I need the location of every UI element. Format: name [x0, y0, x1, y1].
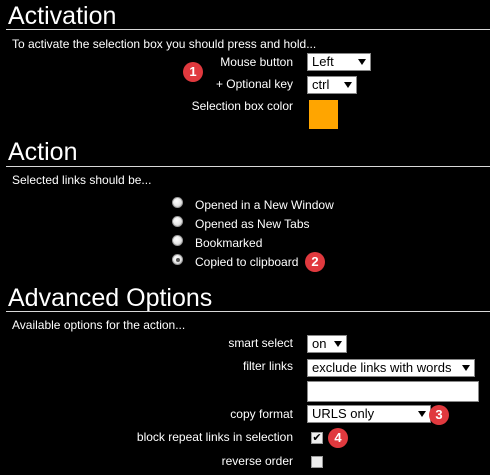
- selection-box-color-label: Selection box color: [191, 99, 293, 113]
- mouse-button-value: Left: [312, 54, 334, 69]
- action-title: Action: [8, 138, 78, 166]
- chevron-down-icon: [462, 365, 470, 371]
- chevron-down-icon: [334, 341, 342, 347]
- copy-format-value: URLS only: [312, 406, 375, 421]
- radio-copied-to-clipboard[interactable]: [172, 254, 183, 265]
- copy-format-label: copy format: [230, 407, 293, 421]
- smart-select-label: smart select: [228, 336, 293, 350]
- chevron-down-icon: [344, 82, 352, 88]
- filter-words-input[interactable]: [307, 381, 479, 402]
- option-label-new-window: Opened in a New Window: [195, 198, 334, 212]
- block-repeat-links-label: block repeat links in selection: [136, 430, 293, 444]
- annotation-badge-3: 3: [429, 405, 449, 425]
- optional-key-select[interactable]: ctrl: [307, 76, 357, 94]
- chevron-down-icon: [418, 411, 426, 417]
- annotation-badge-1: 1: [183, 62, 203, 82]
- activation-description: To activate the selection box you should…: [12, 37, 317, 51]
- annotation-badge-2: 2: [305, 252, 325, 272]
- reverse-order-label: reverse order: [221, 454, 293, 468]
- advanced-options-description: Available options for the action...: [12, 318, 186, 332]
- copy-format-select[interactable]: URLS only: [307, 405, 431, 423]
- selection-box-color-swatch[interactable]: [309, 100, 338, 129]
- chevron-down-icon: [358, 59, 366, 65]
- radio-opened-new-tabs[interactable]: [172, 216, 183, 227]
- option-label-copied-to-clipboard: Copied to clipboard: [195, 255, 299, 269]
- activation-divider: [6, 29, 490, 30]
- mouse-button-label: Mouse button: [220, 55, 293, 69]
- filter-links-value: exclude links with words: [312, 360, 452, 375]
- smart-select-value: on: [312, 336, 327, 351]
- option-label-bookmarked: Bookmarked: [195, 236, 263, 250]
- reverse-order-checkbox[interactable]: [311, 456, 323, 468]
- filter-links-label: filter links: [242, 359, 293, 373]
- advanced-options-title: Advanced Options: [8, 284, 213, 312]
- annotation-badge-4: 4: [328, 428, 348, 448]
- optional-key-value: ctrl: [312, 77, 330, 92]
- optional-key-label: + Optional key: [215, 77, 293, 91]
- mouse-button-select[interactable]: Left: [307, 53, 371, 71]
- smart-select-dropdown[interactable]: on: [307, 335, 347, 353]
- filter-links-select[interactable]: exclude links with words: [307, 359, 475, 377]
- action-divider: [6, 166, 490, 167]
- action-description: Selected links should be...: [12, 173, 152, 187]
- block-repeat-links-checkbox[interactable]: ✔: [311, 432, 323, 444]
- option-label-new-tabs: Opened as New Tabs: [195, 217, 310, 231]
- activation-title: Activation: [8, 2, 117, 30]
- radio-opened-new-window[interactable]: [172, 197, 183, 208]
- radio-bookmarked[interactable]: [172, 235, 183, 246]
- advanced-options-divider: [6, 311, 490, 312]
